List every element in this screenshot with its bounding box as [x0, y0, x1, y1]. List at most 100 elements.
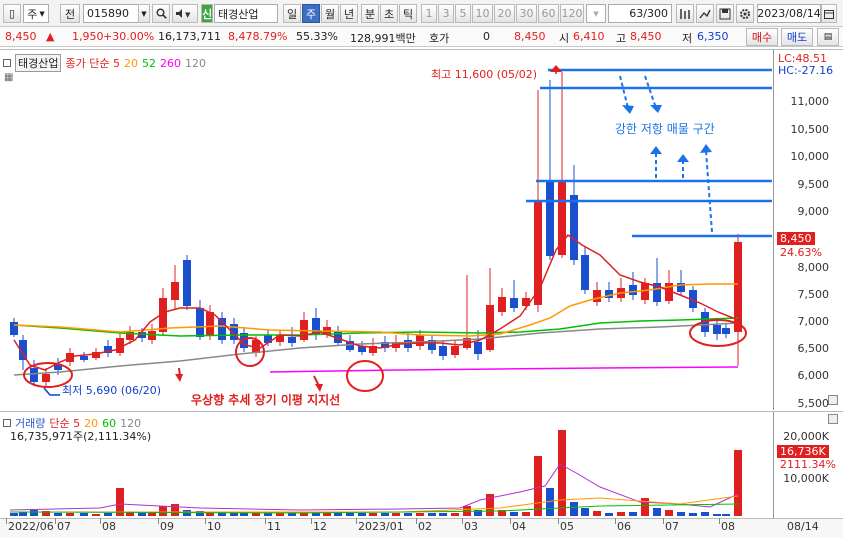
interval-5-button[interactable]: 5 [455, 4, 471, 23]
volume-bar [80, 513, 88, 516]
turnover-rate: 55.33% [296, 30, 338, 43]
support-annotation: 우상향 추세 장기 이평 지지선 [191, 393, 341, 407]
period-week-button[interactable]: 주 [302, 4, 320, 23]
candle-body [498, 297, 506, 312]
window-menu-icon[interactable]: ▯ [3, 4, 21, 23]
interval-10-button[interactable]: 10 [472, 4, 493, 23]
code-dropdown-icon[interactable]: ▼ [138, 4, 150, 23]
panel-resize-handle[interactable] [828, 395, 838, 405]
volume-bar [30, 510, 38, 516]
expand-icon[interactable]: ▤ [817, 28, 839, 46]
open-price: 6,410 [573, 30, 605, 43]
search-icon[interactable] [152, 4, 170, 23]
candle-body [206, 312, 214, 336]
x-tick-mark [158, 518, 159, 524]
x-tick: 10 [207, 520, 221, 533]
volume-bar [722, 514, 730, 516]
price-tick: 10,500 [790, 123, 830, 136]
interval-1-button[interactable]: 1 [421, 4, 437, 23]
ma260-line [269, 366, 739, 373]
volume-bar [653, 508, 661, 516]
new-listing-badge: 신 [201, 4, 213, 23]
volume-bar [334, 513, 342, 516]
interval-custom-input[interactable]: ▼ [586, 4, 606, 23]
interval-30-button[interactable]: 30 [516, 4, 537, 23]
type-select[interactable]: 주 ▼ [23, 4, 49, 23]
high-label: 고 [616, 32, 627, 45]
period-month-button[interactable]: 월 [321, 4, 339, 23]
candle-body [558, 180, 566, 255]
panel-resize-handle[interactable] [828, 414, 838, 424]
low-pointer [43, 387, 60, 396]
price-tick: 11,000 [790, 95, 830, 108]
candle-body [486, 305, 494, 350]
count-value: 63/300 [629, 7, 668, 20]
volume-bar [358, 513, 366, 516]
x-tick-mark [311, 518, 312, 524]
volume-bar [522, 512, 530, 516]
price-badge: 8,450 [777, 232, 815, 245]
x-tick: 2022/06 [8, 520, 54, 533]
vol-tick-10000k: 10,000K [783, 472, 829, 485]
volume-bar [264, 513, 272, 516]
volume-chart-panel[interactable]: 거래량 단순 5 20 60 120 16,735,971주(2,111.34%… [0, 411, 843, 518]
date-value: 2023/08/14 [757, 7, 821, 20]
calendar-icon[interactable] [821, 4, 837, 23]
x-tick-mark [6, 518, 7, 524]
period-tick-button[interactable]: 틱 [399, 4, 417, 23]
volume-bar [138, 513, 146, 516]
price-tick: 9,500 [797, 178, 830, 191]
period-second-button[interactable]: 초 [380, 4, 398, 23]
sell-button[interactable]: 매도 [781, 28, 813, 46]
x-tick-mark [416, 518, 417, 524]
volume-bar [451, 513, 459, 516]
price-tick: 7,500 [797, 288, 830, 301]
interval-20-button[interactable]: 20 [494, 4, 515, 23]
support-arrows [175, 65, 562, 392]
volume-bar [713, 514, 721, 516]
stock-name-field[interactable]: 태경산업 [214, 4, 278, 23]
volume-bar [369, 513, 377, 516]
high-annotation: 최고 11,600 (05/02) [431, 68, 538, 81]
period-minute-button[interactable]: 분 [361, 4, 379, 23]
candle-body [171, 282, 179, 300]
candle-body [546, 180, 554, 256]
x-tick: 06 [617, 520, 631, 533]
trend-line-icon[interactable] [696, 4, 714, 23]
candle-body [10, 322, 18, 335]
interval-3-button[interactable]: 3 [438, 4, 454, 23]
x-tick-mark [265, 518, 266, 524]
volume-bar [404, 513, 412, 516]
gear-icon[interactable] [736, 4, 754, 23]
date-input[interactable]: 2023/08/14 [757, 4, 821, 23]
volume-bar [159, 506, 167, 516]
interval-60-button[interactable]: 60 [538, 4, 559, 23]
mode-button[interactable]: 전 [60, 4, 80, 23]
x-tick-mark [558, 518, 559, 524]
x-tick-mark [719, 518, 720, 524]
price-chart-panel[interactable]: 태경산업 종가 단순 5 20 52 260 120 ▦ LC:48.51 HC… [0, 49, 843, 410]
volume-bar [593, 511, 601, 516]
volume-bar [66, 513, 74, 516]
interval-120-button[interactable]: 120 [560, 4, 584, 23]
speaker-icon[interactable]: ▼ [172, 4, 198, 23]
period-day-button[interactable]: 일 [283, 4, 301, 23]
dropdown-arrow-icon: ▼ [39, 9, 45, 18]
volume-bar [665, 510, 673, 516]
volume-bar [677, 512, 685, 516]
high-price: 8,450 [630, 30, 662, 43]
buy-button[interactable]: 매수 [746, 28, 778, 46]
count-field[interactable]: 63/300 [608, 4, 672, 23]
volume-bar [54, 513, 62, 516]
trade-amount: 128,991백만 [350, 32, 416, 45]
period-year-button[interactable]: 년 [340, 4, 358, 23]
current-price: 8,450 [5, 30, 37, 43]
volume-bar [439, 513, 447, 516]
volume-bar [252, 513, 260, 516]
volume-bar [629, 512, 637, 516]
volume-ratio: 8,478.79% [228, 30, 288, 43]
chart-add-icon[interactable] [676, 4, 694, 23]
price-change: 1,950 [72, 30, 104, 43]
save-icon[interactable] [716, 4, 734, 23]
x-tick-mark [510, 518, 511, 524]
